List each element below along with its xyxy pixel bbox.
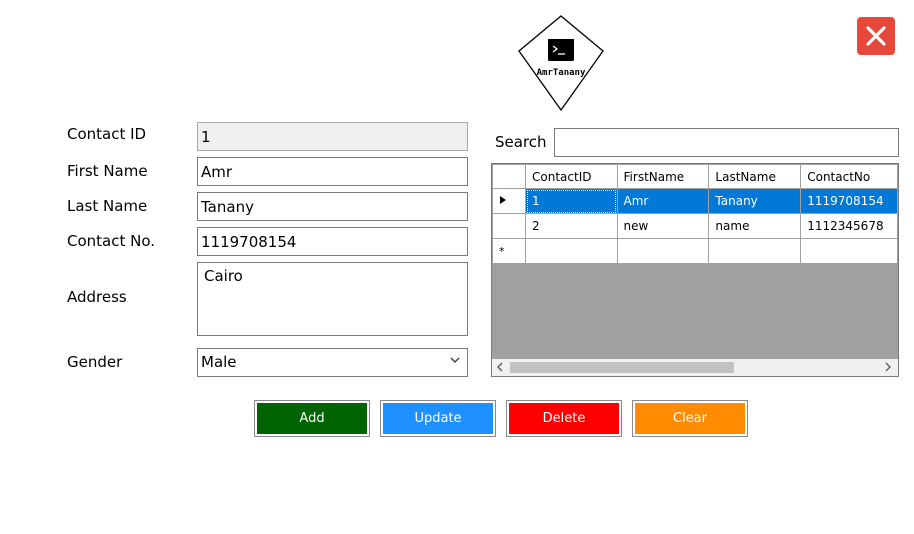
column-header[interactable]: LastName [708,164,802,189]
delete-button-face: Delete [509,403,619,434]
delete-button[interactable]: Delete [506,400,622,437]
table-cell[interactable]: 1112345678 [800,213,898,239]
add-button[interactable]: Add [254,400,370,437]
table-cell[interactable]: 1119708154 [800,188,898,214]
table-cell[interactable]: new [616,213,710,239]
update-button[interactable]: Update [380,400,496,437]
clear-button[interactable]: Clear [632,400,748,437]
add-button-face: Add [257,403,367,434]
horizontal-scrollbar[interactable] [492,359,898,376]
gender-select[interactable]: Male [197,348,468,377]
contacts-grid[interactable]: ContactID FirstName LastName ContactNo 1… [491,163,899,377]
logo-text: AmrTanany [536,68,586,78]
table-cell[interactable] [708,238,802,264]
table-cell[interactable] [800,238,898,264]
row-header[interactable] [492,188,526,214]
scroll-left-icon[interactable] [496,361,504,373]
gender-label: Gender [67,353,123,371]
gender-selected-value: Male [201,353,237,371]
table-row[interactable]: 1 Amr Tanany 1119708154 [492,188,898,214]
address-label: Address [67,288,127,306]
contact-id-field[interactable] [197,122,468,151]
table-cell[interactable] [525,238,618,264]
row-header-corner [492,164,526,189]
search-input[interactable] [554,128,899,157]
contact-no-field[interactable] [197,227,468,256]
last-name-field[interactable] [197,192,468,221]
table-cell[interactable]: Tanany [708,188,802,214]
contacts-table: ContactID FirstName LastName ContactNo 1… [492,164,898,264]
scrollbar-thumb[interactable] [510,362,734,373]
first-name-field[interactable] [197,157,468,186]
table-header-row: ContactID FirstName LastName ContactNo [492,164,898,189]
new-row-marker: * [492,238,526,264]
column-header[interactable]: ContactID [525,164,618,189]
search-label: Search [495,133,547,151]
table-cell[interactable]: 1 [525,188,618,214]
update-button-face: Update [383,403,493,434]
table-cell[interactable] [616,238,710,264]
column-header[interactable]: ContactNo [800,164,898,189]
row-header[interactable] [492,213,526,239]
contact-no-label: Contact No. [67,232,156,250]
table-row[interactable]: 2 new name 1112345678 [492,213,898,239]
close-icon [866,26,886,46]
terminal-icon [548,39,574,61]
clear-button-face: Clear [635,403,745,434]
contact-id-label: Contact ID [67,125,147,143]
close-button[interactable] [857,17,895,55]
last-name-label: Last Name [67,197,148,215]
app-logo: AmrTanany [517,15,605,112]
scroll-right-icon[interactable] [884,361,892,373]
table-cell[interactable]: Amr [616,188,710,214]
column-header[interactable]: FirstName [616,164,710,189]
table-cell[interactable]: 2 [525,213,618,239]
current-row-arrow-icon [500,196,506,204]
logo-diamond [518,15,604,112]
table-cell[interactable]: name [708,213,802,239]
chevron-down-icon [450,357,460,363]
new-row[interactable]: * [492,238,898,264]
first-name-label: First Name [67,162,148,180]
address-field[interactable]: Cairo [197,262,468,336]
